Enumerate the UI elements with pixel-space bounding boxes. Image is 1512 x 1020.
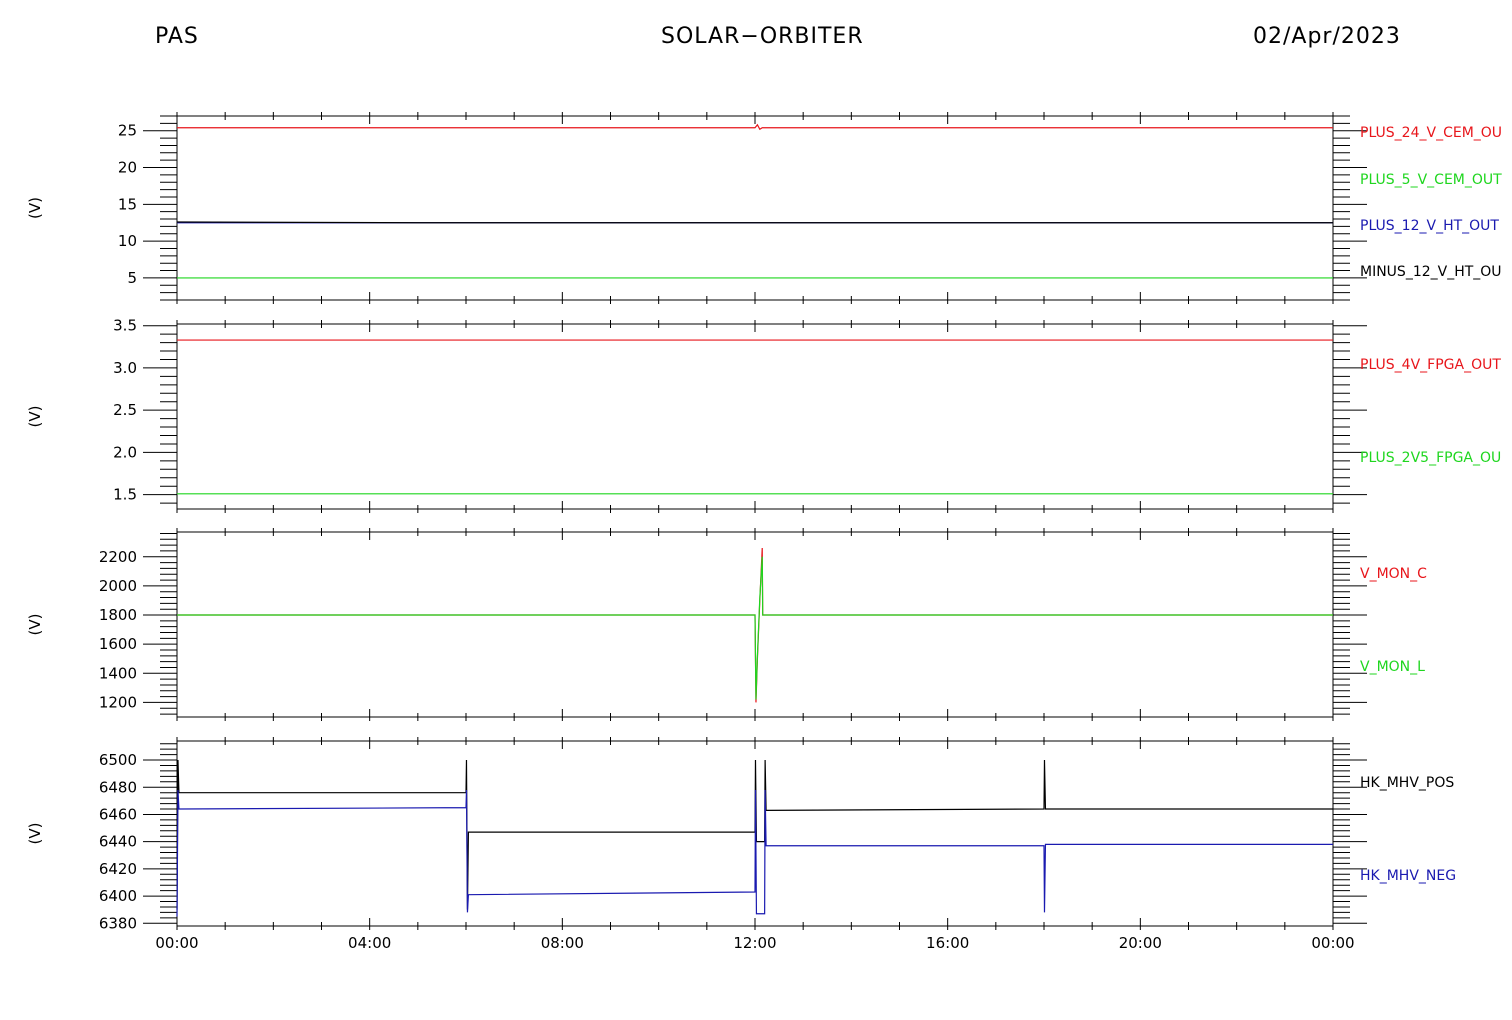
x-tick-label: 04:00: [348, 934, 391, 952]
y-tick-label: 2.0: [113, 443, 137, 461]
y-tick-label: 2.5: [113, 401, 137, 419]
y-tick-label: 1.5: [113, 486, 137, 504]
y-tick-label: 10: [118, 232, 137, 250]
series-label-plus-24-v-cem-out: PLUS_24_V_CEM_OU: [1360, 125, 1502, 141]
panel-frame: [176, 115, 1334, 301]
y-axis-label: (V): [26, 197, 44, 219]
y-tick-label: 6440: [99, 833, 137, 851]
y-tick-label: 2200: [99, 548, 137, 566]
y-tick-label: 1200: [99, 693, 137, 711]
x-tick-label: 12:00: [733, 934, 776, 952]
y-tick-label: 2000: [99, 577, 137, 595]
series-line-minus-12-v-ht-out: [176, 221, 1333, 224]
series-label-plus-5-v-cem-out: PLUS_5_V_CEM_OUT: [1360, 172, 1502, 188]
series-label-v-mon-l: V_MON_L: [1360, 659, 1425, 675]
series-label-v-mon-c: V_MON_C: [1360, 566, 1427, 582]
x-tick-label: 00:00: [1311, 934, 1354, 952]
series-label-plus-12-v-ht-out: PLUS_12_V_HT_OUT: [1360, 218, 1499, 234]
chart-figure: 5 10 15 20 25 (V) PLUS_24_V_CEM_OU PLUS_5_V_CEM…: [26, 112, 1502, 952]
y-tick-label: 25: [118, 122, 137, 140]
y-tick-label: 3.0: [113, 359, 137, 377]
y-axis-label: (V): [26, 614, 44, 636]
y-tick-label: 6480: [99, 778, 137, 796]
series-line-plus-24-v-cem-out: [177, 123, 1333, 131]
y-tick-label: 1600: [99, 635, 137, 653]
y-tick-label: 6420: [99, 860, 137, 878]
x-tick-label: 00:00: [155, 934, 198, 952]
series-label-plus-2v5-fpga-out: PLUS_2V5_FPGA_OU: [1360, 450, 1501, 466]
series-label-hk-mhv-neg: HK_MHV_NEG: [1360, 868, 1456, 884]
y-axis-label: (V): [26, 823, 44, 845]
y-tick-label: 6380: [99, 914, 137, 932]
y-tick-label: 1800: [99, 606, 137, 624]
x-tick-label: 16:00: [926, 934, 969, 952]
y-tick-label: 6460: [99, 805, 137, 823]
series-line-v-mon-l: [177, 556, 1333, 700]
series-label-hk-mhv-pos: HK_MHV_POS: [1360, 775, 1454, 791]
y-tick-label: 6500: [99, 751, 137, 769]
x-tick-label: 20:00: [1119, 934, 1162, 952]
y-tick-label: 15: [118, 195, 137, 213]
series-label-plus-4v-fpga-out: PLUS_4V_FPGA_OUT: [1360, 357, 1501, 373]
series-label-minus-12-v-ht-out: MINUS_12_V_HT_OU: [1360, 264, 1502, 280]
panel-frame: [176, 323, 1334, 510]
x-tick-label: 08:00: [541, 934, 584, 952]
y-tick-label: 5: [127, 269, 137, 287]
y-tick-label: 20: [118, 159, 137, 177]
y-axis-label: (V): [26, 406, 44, 428]
y-tick-label: 3.5: [113, 317, 137, 335]
y-tick-label: 6400: [99, 887, 137, 905]
y-tick-label: 1400: [99, 664, 137, 682]
